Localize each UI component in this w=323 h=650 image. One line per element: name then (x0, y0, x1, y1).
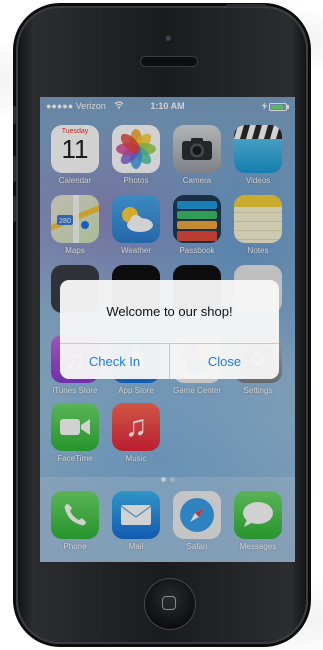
mute-switch (13, 106, 16, 124)
home-button[interactable] (144, 578, 196, 630)
check-in-button[interactable]: Check In (60, 344, 169, 379)
volume-down-button (13, 196, 16, 222)
alert-dialog: Welcome to our shop! Check In Close (60, 280, 279, 379)
alert-message: Welcome to our shop! (106, 304, 233, 319)
close-button[interactable]: Close (170, 344, 279, 379)
front-camera (165, 35, 173, 43)
volume-up-button (13, 156, 16, 182)
home-screen: ●●●●● Verizon 1:10 AM Tuesday 11 Calenda… (40, 97, 295, 562)
earpiece-speaker (141, 57, 197, 66)
power-button (226, 4, 266, 7)
home-square-icon (162, 596, 176, 610)
